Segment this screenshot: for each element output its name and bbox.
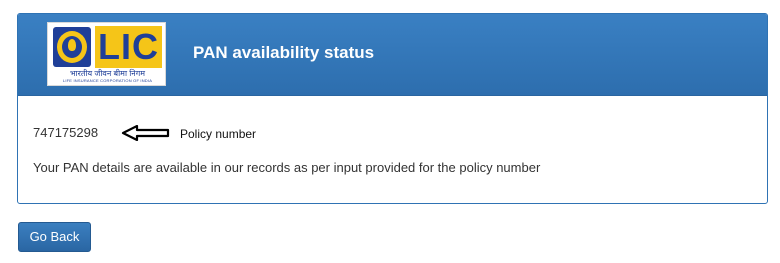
- status-panel: LIC भारतीय जीवन बीमा निगम LIFE INSURANCE…: [17, 13, 768, 204]
- policy-number-value: 747175298: [33, 125, 99, 140]
- lic-logo: LIC भारतीय जीवन बीमा निगम LIFE INSURANCE…: [47, 22, 166, 86]
- left-arrow-icon: [121, 125, 170, 141]
- logo-hindi-text: भारतीय जीवन बीमा निगम: [69, 69, 146, 78]
- page-title: PAN availability status: [193, 43, 375, 62]
- go-back-button[interactable]: Go Back: [18, 222, 91, 252]
- panel-header: LIC भारतीय जीवन बीमा निगम LIFE INSURANCE…: [18, 14, 767, 96]
- logo-wordmark: LIC: [95, 26, 162, 68]
- status-message: Your PAN details are available in our re…: [33, 160, 541, 175]
- logo-english-text: LIFE INSURANCE CORPORATION OF INDIA: [62, 78, 153, 83]
- lic-emblem-icon: [53, 27, 91, 67]
- policy-number-label: Policy number: [180, 127, 257, 141]
